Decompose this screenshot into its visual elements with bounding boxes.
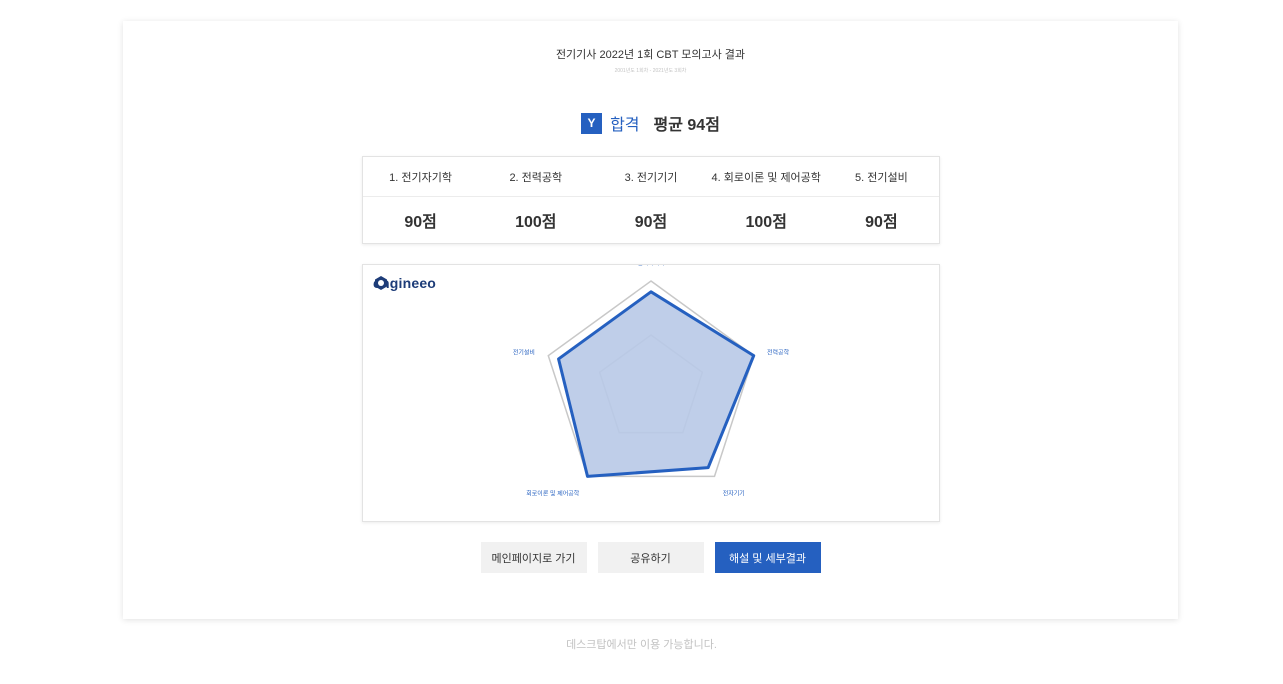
subject-label: 5. 전기설비 [855, 171, 908, 184]
subject-score: 90점 [865, 214, 898, 231]
score-table: 1. 전기자기학 2. 전력공학 3. 전기기기 4. 회로이론 및 제어공학 … [362, 156, 940, 244]
pass-badge: Y [581, 112, 603, 134]
share-button[interactable]: 공유하기 [597, 542, 704, 573]
average-score: 평균 94점 [653, 117, 720, 134]
page-subtitle: 2001년도 1회차 - 2021년도 3회차 [614, 68, 687, 74]
radar-chart: 전기자기학전력공학전자기기 회로이론 및 제어공학 전기설비 [513, 265, 790, 498]
subject-label: 1. 전기자기학 [389, 171, 453, 184]
radar-axis-label: 전자기기 [723, 490, 745, 498]
radar-axis-label: 전력공학 [767, 348, 790, 356]
subject-label: 2. 전력공학 [509, 171, 563, 184]
result-summary: Y 합격 평균 94점 [123, 111, 1178, 135]
subject-score: 100점 [515, 214, 557, 231]
subject-score: 90점 [404, 214, 437, 231]
radar-axis-label: 전기설비 [513, 348, 535, 356]
radar-series-area [557, 290, 756, 478]
radar-chart-panel: engineeo 전기자기학전력공학전자기기회로이론 및 제어공학전기설비 [362, 264, 940, 522]
main-page-button[interactable]: 메인페이지로 가기 [480, 542, 587, 573]
score-table-header: 1. 전기자기학 2. 전력공학 3. 전기기기 4. 회로이론 및 제어공학 … [363, 157, 939, 197]
desktop-only-notice: 데스크탑에서만 이용 가능합니다. [566, 639, 717, 651]
page-title: 전기기사 2022년 1회 CBT 모의고사 결과 [555, 49, 746, 61]
score-table-values: 90점 100점 90점 100점 90점 [363, 197, 939, 243]
detail-results-button[interactable]: 해설 및 세부결과 [714, 542, 821, 573]
pass-status: 합격 [610, 117, 640, 134]
action-buttons: 메인페이지로 가기 공유하기 해설 및 세부결과 [123, 542, 1178, 573]
subject-score: 100점 [745, 214, 787, 231]
subject-label: 3. 전기기기 [624, 171, 678, 184]
subject-label: 4. 회로이론 및 제어공학 [711, 171, 821, 184]
radar-axis-label: 전기자기학 [637, 265, 665, 267]
result-card: 전기기사 2022년 1회 CBT 모의고사 결과 2001년도 1회차 - 2… [123, 21, 1178, 619]
radar-axis-label: 회로이론 및 제어공학 [526, 490, 579, 498]
subject-score: 90점 [634, 214, 668, 231]
